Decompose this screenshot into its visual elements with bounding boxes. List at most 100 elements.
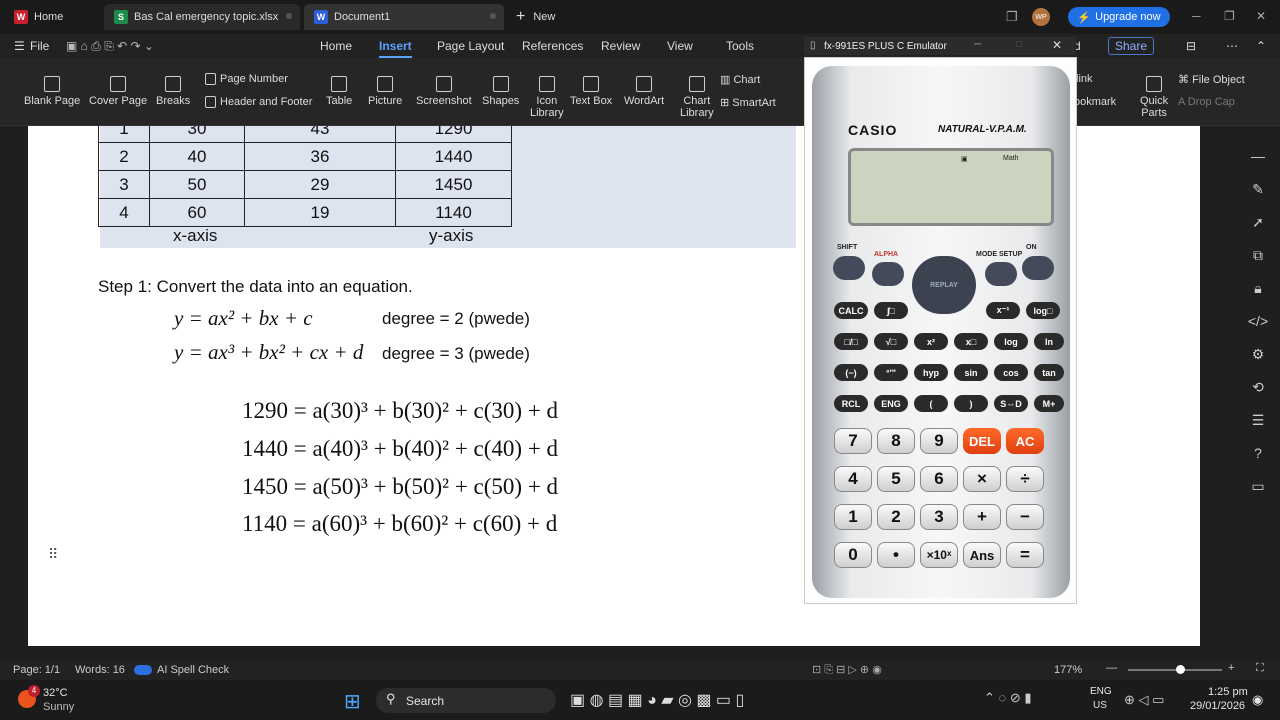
help-icon[interactable]: ? (1244, 437, 1272, 470)
key-4[interactable]: 4 (834, 466, 872, 492)
hyp-key[interactable]: hyp (914, 364, 948, 381)
key-6[interactable]: 6 (920, 466, 958, 492)
cos-key[interactable]: cos (994, 364, 1028, 381)
code-icon[interactable]: </> (1244, 305, 1272, 338)
breaks-button[interactable]: Breaks (156, 76, 190, 107)
picture-button[interactable]: Picture (368, 76, 402, 107)
clock-time[interactable]: 1:25 pm (1208, 686, 1248, 698)
ac-key[interactable]: AC (1006, 428, 1044, 454)
drop-cap-button[interactable]: A Drop Cap (1178, 96, 1235, 108)
drag-handle-icon[interactable]: ⠿ (48, 546, 58, 563)
square-key[interactable]: x² (914, 333, 948, 350)
link-button[interactable]: link (1076, 73, 1093, 85)
replay-dpad[interactable]: REPLAY (912, 256, 976, 314)
sidebar-icon[interactable]: ▭ (1244, 470, 1272, 503)
m-plus-key[interactable]: M+ (1034, 395, 1064, 412)
shift-key[interactable] (833, 256, 865, 280)
fullscreen-icon[interactable]: ⛶ (1256, 662, 1264, 675)
tray-icons[interactable]: ⌃ ◌ ⊘ ▮ (984, 690, 1032, 706)
key-3[interactable]: 3 (920, 504, 958, 530)
key-2[interactable]: 2 (877, 504, 915, 530)
clock-date[interactable]: 29/01/2026 (1190, 700, 1245, 712)
eng-key[interactable]: ENG (874, 395, 908, 412)
more-icon[interactable]: ⋯ (1226, 39, 1238, 53)
decimal-key[interactable]: • (877, 542, 915, 568)
shapes-button[interactable]: Shapes (482, 76, 519, 107)
key-9[interactable]: 9 (920, 428, 958, 454)
zoom-handle[interactable] (1176, 665, 1185, 674)
multiply-key[interactable]: × (963, 466, 1001, 492)
taskbar-apps-icons[interactable]: ▣ ◍ ▤ ▦ ◕ ▰ ◎ ▩ ▭ ▯ (570, 690, 744, 710)
page-number-button[interactable]: Page Number (205, 73, 288, 85)
screenshot-button[interactable]: Screenshot (416, 76, 472, 107)
ln-key[interactable]: ln (1034, 333, 1064, 350)
language-code[interactable]: ENG (1090, 686, 1112, 697)
rcl-key[interactable]: RCL (834, 395, 868, 412)
calculator-titlebar[interactable]: ▯ fx-991ES PLUS C Emulator ─ □ ✕ (804, 37, 1076, 55)
share-button[interactable]: Share (1108, 37, 1155, 55)
edit-icon[interactable]: ✎ (1244, 173, 1272, 206)
weather-condition[interactable]: Sunny (43, 701, 74, 713)
menu-references[interactable]: References (522, 39, 583, 53)
menu-review[interactable]: Review (601, 39, 640, 53)
list-icon[interactable]: ☰ (1244, 404, 1272, 437)
key-8[interactable]: 8 (877, 428, 915, 454)
calc-key[interactable]: CALC (834, 302, 868, 319)
zoom-in-icon[interactable]: + (1228, 662, 1234, 674)
smartart-button[interactable]: ⊞ SmartArt (720, 96, 776, 109)
mode-key[interactable] (985, 262, 1017, 286)
integral-key[interactable]: ∫□ (874, 302, 908, 319)
zoom-level[interactable]: 177% (1054, 664, 1082, 676)
windows-start-icon[interactable]: ⊞ (344, 689, 361, 714)
restore-icon[interactable]: ❐ (1006, 9, 1018, 25)
alpha-key[interactable] (872, 262, 904, 286)
tab-document[interactable]: W Document1 (304, 4, 504, 30)
close-paren-key[interactable]: ) (954, 395, 988, 412)
avatar[interactable]: WP (1032, 8, 1050, 26)
lock-icon[interactable]: 🔒︎ (1244, 272, 1272, 305)
maximize-icon[interactable]: ❐ (1224, 9, 1235, 23)
menu-file[interactable]: File (30, 39, 49, 53)
system-tray-icons[interactable]: ⊕ ◁ ▭ (1124, 692, 1164, 708)
chart-button[interactable]: ▥ Chart (720, 73, 760, 86)
quick-tools-icons[interactable]: ▣ ⌂ ⎙ ⎘ ↶ ↷ ⌄ (66, 39, 154, 54)
crop-icon[interactable]: ⧉ (1244, 239, 1272, 272)
pointer-icon[interactable]: ➚ (1244, 206, 1272, 239)
new-tab-button[interactable]: + New (516, 4, 555, 30)
power-key[interactable]: x□ (954, 333, 988, 350)
zoom-out-icon[interactable]: — (1106, 662, 1117, 674)
quick-parts-button[interactable]: Quick Parts (1140, 76, 1168, 119)
region-code[interactable]: US (1093, 700, 1107, 711)
degree-key[interactable]: °'" (874, 364, 908, 381)
s-to-d-key[interactable]: S⇔D (994, 395, 1028, 412)
collapse-icon[interactable]: ⌃ (1256, 39, 1266, 53)
settings-icon[interactable]: ⚙ (1244, 338, 1272, 371)
menu-home[interactable]: Home (320, 39, 352, 53)
tab-xlsx[interactable]: S Bas Cal emergency topic.xlsx (104, 4, 300, 30)
bookmark-button[interactable]: ookmark (1074, 96, 1116, 108)
text-box-button[interactable]: Text Box (570, 76, 612, 107)
calc-minimize-icon[interactable]: ─ (974, 39, 981, 50)
table-button[interactable]: Table (326, 76, 352, 107)
key-1[interactable]: 1 (834, 504, 872, 530)
open-paren-key[interactable]: ( (914, 395, 948, 412)
log-base-key[interactable]: log□ (1026, 302, 1060, 319)
tan-key[interactable]: tan (1034, 364, 1064, 381)
notification-icon[interactable]: ◉ (1252, 692, 1263, 708)
file-object-button[interactable]: ⌘ File Object (1178, 73, 1245, 86)
ans-key[interactable]: Ans (963, 542, 1001, 568)
fraction-key[interactable]: □/□ (834, 333, 868, 350)
history-icon[interactable]: ⟲ (1244, 371, 1272, 404)
status-view-icons[interactable]: ⊡ ⎘ ⊟ ▷ ⊕ ◉ (812, 663, 882, 677)
menu-tools[interactable]: Tools (726, 39, 754, 53)
log-key[interactable]: log (994, 333, 1028, 350)
tab-close-dot[interactable] (286, 13, 292, 19)
calc-close-icon[interactable]: ✕ (1052, 38, 1062, 52)
tab-close-dot[interactable] (490, 13, 496, 19)
chart-library-button[interactable]: Chart Library (680, 76, 714, 119)
menu-insert[interactable]: Insert (379, 39, 412, 58)
icon-library-button[interactable]: Icon Library (530, 76, 564, 119)
upgrade-button[interactable]: ⚡ Upgrade now (1068, 7, 1170, 27)
menu-view[interactable]: View (667, 39, 693, 53)
plus-key[interactable]: + (963, 504, 1001, 530)
